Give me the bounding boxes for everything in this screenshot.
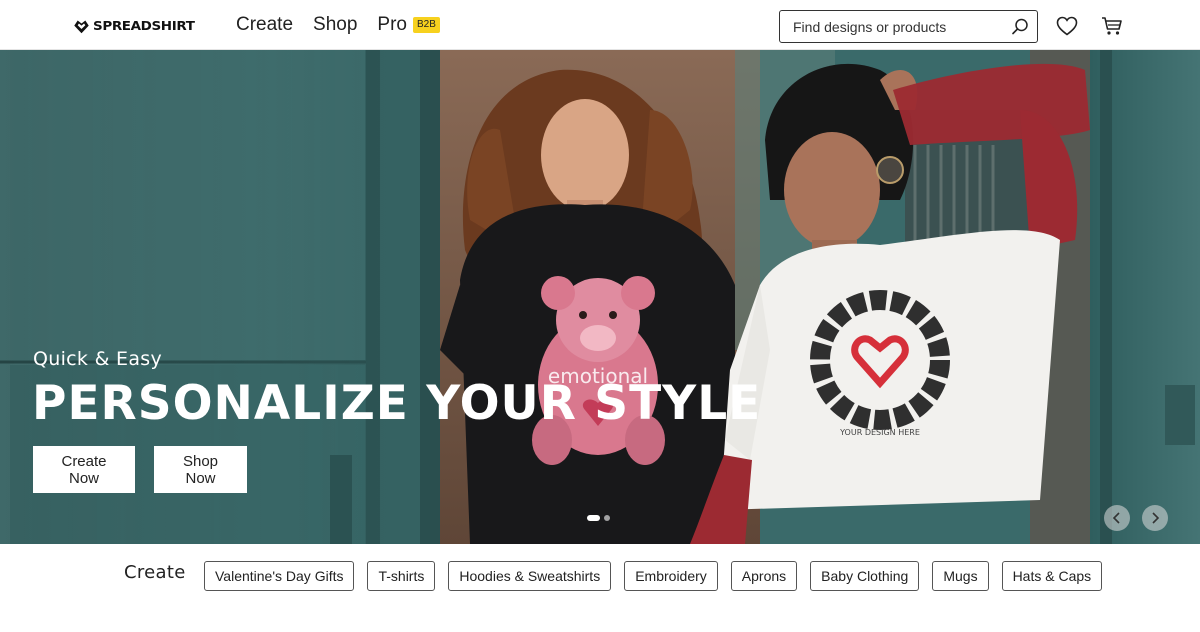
shirt-print-ring-text: YOUR DESIGN HERE — [839, 428, 920, 437]
logo-heart-icon — [74, 20, 89, 33]
b2b-badge: B2B — [412, 17, 440, 33]
heart-icon[interactable] — [1056, 16, 1078, 36]
carousel-next-button[interactable] — [1142, 505, 1168, 531]
search-box — [779, 10, 1038, 43]
create-now-button[interactable]: Create Now — [33, 446, 135, 493]
hero-banner: emotional YOUR DESIGN HERE Quick & Easy … — [0, 50, 1200, 544]
category-strip: Create Valentine's Day Gifts T-shirts Ho… — [0, 544, 1200, 632]
nav-pro-label: Pro — [377, 14, 407, 35]
cart-icon[interactable] — [1101, 16, 1123, 36]
category-chip-aprons[interactable]: Aprons — [730, 561, 798, 591]
category-chip-embroidery[interactable]: Embroidery — [624, 561, 718, 591]
category-chip-baby-clothing[interactable]: Baby Clothing — [810, 561, 920, 591]
category-chip-valentines[interactable]: Valentine's Day Gifts — [204, 561, 355, 591]
chevron-left-icon — [1112, 512, 1120, 524]
hero-title: PERSONALIZE YOUR STYLE — [32, 376, 762, 431]
category-chip-mugs[interactable]: Mugs — [932, 561, 989, 591]
search-input[interactable] — [793, 18, 1003, 35]
nav-shop[interactable]: Shop — [313, 14, 357, 36]
logo-wordmark: SPREADSHIRT — [93, 18, 195, 34]
search-icon[interactable] — [1010, 17, 1030, 37]
carousel-prev-button[interactable] — [1104, 505, 1130, 531]
category-strip-title: Create — [124, 562, 186, 583]
carousel-dot-2[interactable] — [604, 515, 610, 521]
carousel-dots — [587, 515, 610, 521]
main-nav: Create Shop Pro B2B — [236, 14, 440, 36]
hero-eyebrow: Quick & Easy — [33, 348, 163, 370]
nav-pro[interactable]: Pro B2B — [377, 14, 440, 36]
spreadshirt-logo[interactable]: SPREADSHIRT — [73, 17, 195, 35]
category-chips: Valentine's Day Gifts T-shirts Hoodies &… — [204, 561, 1103, 591]
category-chip-tshirts[interactable]: T-shirts — [367, 561, 436, 591]
category-chip-hoodies[interactable]: Hoodies & Sweatshirts — [448, 561, 612, 591]
chevron-right-icon — [1152, 512, 1160, 524]
site-header: SPREADSHIRT Create Shop Pro B2B — [0, 0, 1200, 50]
category-chip-hats-caps[interactable]: Hats & Caps — [1001, 561, 1103, 591]
nav-create[interactable]: Create — [236, 14, 293, 36]
shop-now-button[interactable]: Shop Now — [154, 446, 247, 493]
carousel-dot-1[interactable] — [587, 515, 600, 521]
